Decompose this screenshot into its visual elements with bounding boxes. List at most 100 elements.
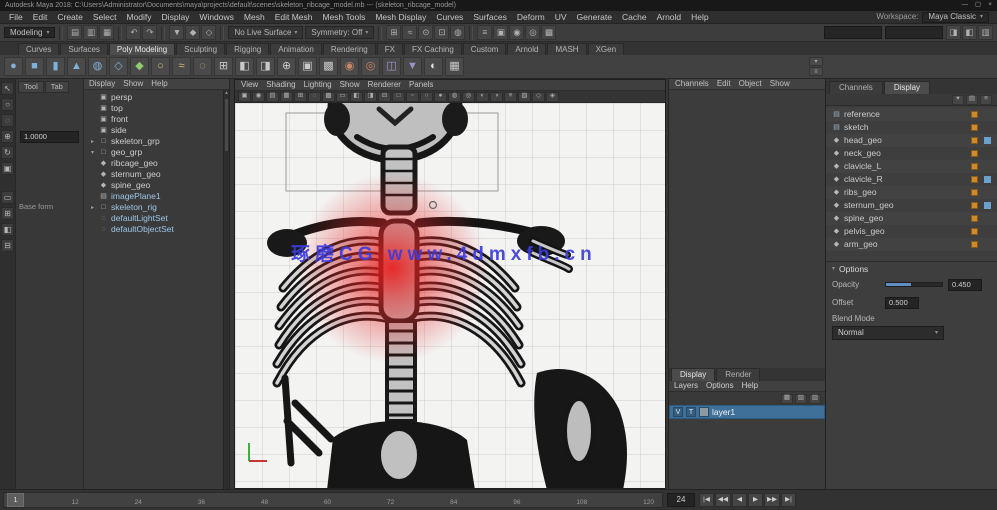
inspector-layer-row[interactable]: ◆ spine_geo: [826, 212, 997, 225]
multisample-icon[interactable]: ▨: [518, 92, 531, 102]
safe-action-icon[interactable]: □: [392, 92, 405, 102]
shelf-mirror-icon[interactable]: ◫: [382, 57, 401, 76]
menu-item[interactable]: Display: [157, 13, 195, 22]
shelf-tab[interactable]: MASH: [547, 43, 586, 55]
viewport-menu-item[interactable]: Lighting: [304, 81, 332, 89]
menu-item[interactable]: Cache: [617, 13, 652, 22]
xray-icon[interactable]: ◈: [546, 92, 559, 102]
viewport-menu-item[interactable]: Shading: [266, 81, 295, 89]
menu-item[interactable]: Mesh Display: [370, 13, 431, 22]
shelf-quad-draw-icon[interactable]: ⊞: [214, 57, 233, 76]
single-pane-layout-icon[interactable]: ▭: [1, 191, 14, 204]
shelf-tab[interactable]: XGen: [588, 43, 624, 55]
channel-box-menu-item[interactable]: Show: [770, 80, 790, 88]
menu-item[interactable]: Generate: [572, 13, 617, 22]
outliner-item[interactable]: ▾ □ geo_grp: [84, 147, 229, 158]
workspace-dropdown[interactable]: Maya Classic ▾: [922, 12, 989, 23]
select-tool-icon[interactable]: ↖: [1, 82, 14, 95]
expand-arrow-icon[interactable]: ▸: [89, 139, 96, 145]
inspector-tab[interactable]: Channels: [829, 81, 883, 94]
shelf-sphere-icon[interactable]: ●: [4, 57, 23, 76]
outliner-menu-item[interactable]: Show: [123, 80, 143, 88]
shelf-multi-cut-icon[interactable]: ◧: [235, 57, 254, 76]
shelf-cube-icon[interactable]: ■: [25, 57, 44, 76]
opacity-field[interactable]: 0.450: [948, 279, 982, 291]
snap-plane-icon[interactable]: ⊡: [434, 25, 449, 40]
attribute-editor-toggle-icon[interactable]: ◨: [946, 25, 961, 40]
minimize-button[interactable]: —: [962, 2, 969, 9]
chevron-down-icon[interactable]: ▾: [832, 266, 835, 272]
layer-link-toggle[interactable]: [984, 228, 991, 235]
expand-arrow-icon[interactable]: ▾: [89, 150, 96, 156]
shelf-tab[interactable]: FX Caching: [404, 43, 462, 55]
layer-editor-menu-item[interactable]: Options: [706, 382, 734, 390]
menu-item[interactable]: Select: [88, 13, 122, 22]
shelf-cylinder-icon[interactable]: ▮: [46, 57, 65, 76]
outliner-item[interactable]: ▣ side: [84, 125, 229, 136]
persp-outliner-layout-icon[interactable]: ◧: [1, 223, 14, 236]
snap-grid-icon[interactable]: ⊞: [386, 25, 401, 40]
shelf-tab[interactable]: Sculpting: [176, 43, 225, 55]
render-frame-icon[interactable]: ◉: [509, 25, 524, 40]
two-d-pan-zoom-icon[interactable]: ⊞: [294, 92, 307, 102]
inspector-layer-row[interactable]: ▤ reference: [826, 108, 997, 121]
blend-mode-dropdown[interactable]: Normal ▾: [832, 326, 944, 340]
shelf-tab[interactable]: Custom: [463, 43, 507, 55]
shelf-cone-icon[interactable]: ▲: [67, 57, 86, 76]
menu-item[interactable]: Mesh Tools: [318, 13, 371, 22]
shelf-pencil-curve-icon[interactable]: ◌: [193, 57, 212, 76]
menu-item[interactable]: File: [4, 13, 28, 22]
grid-toggle-icon[interactable]: ▩: [322, 92, 335, 102]
inspector-layer-row[interactable]: ◆ ribs_geo: [826, 186, 997, 199]
bookmarks-icon[interactable]: ▤: [266, 92, 279, 102]
camera-attributes-icon[interactable]: ◉: [252, 92, 265, 102]
layer-link-toggle[interactable]: [984, 241, 991, 248]
layer-visibility-toggle[interactable]: V: [673, 407, 683, 417]
field-chart-icon[interactable]: ⊟: [378, 92, 391, 102]
inspector-layer-row[interactable]: ◆ clavicle_L: [826, 160, 997, 173]
step-forward-key-button[interactable]: ▶▶: [764, 493, 780, 507]
sort-layers-icon[interactable]: ▾: [952, 95, 964, 105]
resolution-gate-icon[interactable]: ◧: [350, 92, 363, 102]
smooth-shade-icon[interactable]: ●: [434, 92, 447, 102]
outliner-scrollbar[interactable]: ▲: [223, 90, 229, 489]
numeric-input-field[interactable]: [885, 26, 943, 39]
layer-editor-tab[interactable]: Display: [671, 368, 715, 381]
new-empty-layer-icon[interactable]: ▧: [795, 394, 807, 404]
make-live-icon[interactable]: ◍: [450, 25, 465, 40]
shelf-nurbs-circle-icon[interactable]: ○: [151, 57, 170, 76]
layer-color-chip[interactable]: [699, 407, 709, 417]
inspector-layer-row[interactable]: ◆ sternum_geo: [826, 199, 997, 212]
go-to-start-button[interactable]: |◀: [699, 493, 714, 507]
shelf-tab[interactable]: Poly Modeling: [109, 43, 175, 55]
shelf-edge-loop-icon[interactable]: ◨: [256, 57, 275, 76]
tool-settings-tab[interactable]: Tab: [45, 81, 69, 93]
viewport-menu-item[interactable]: Renderer: [368, 81, 401, 89]
ipr-render-icon[interactable]: ◎: [525, 25, 540, 40]
layer-playback-toggle[interactable]: T: [686, 407, 696, 417]
display-layer-row[interactable]: V T layer1: [669, 405, 825, 419]
menu-item[interactable]: Create: [52, 13, 88, 22]
inspector-layer-row[interactable]: ◆ pelvis_geo: [826, 225, 997, 238]
outliner-item[interactable]: ◆ spine_geo: [84, 180, 229, 191]
menu-item[interactable]: Edit: [28, 13, 53, 22]
menu-item[interactable]: Arnold: [652, 13, 687, 22]
layer-key-toggle[interactable]: [971, 189, 978, 196]
move-layer-up-icon[interactable]: ▦: [781, 394, 793, 404]
layer-key-toggle[interactable]: [971, 111, 978, 118]
render-view-icon[interactable]: ▣: [493, 25, 508, 40]
layer-editor-menu-item[interactable]: Help: [742, 382, 758, 390]
render-settings-icon[interactable]: ▩: [541, 25, 556, 40]
shelf-platonic-icon[interactable]: ◆: [130, 57, 149, 76]
film-gate-icon[interactable]: ▭: [336, 92, 349, 102]
layer-key-toggle[interactable]: [971, 241, 978, 248]
gate-mask-icon[interactable]: ◨: [364, 92, 377, 102]
menu-item[interactable]: Surfaces: [468, 13, 512, 22]
layer-link-toggle[interactable]: [984, 202, 991, 209]
outliner-item[interactable]: ◆ sternum_geo: [84, 169, 229, 180]
channel-box-menu-item[interactable]: Object: [739, 80, 762, 88]
outliner-item[interactable]: ◌ defaultObjectSet: [84, 224, 229, 235]
move-tool-icon[interactable]: ⊕: [1, 130, 14, 143]
shelf-merge-icon[interactable]: ⊕: [277, 57, 296, 76]
outliner-item[interactable]: ▤ imagePlane1: [84, 191, 229, 202]
